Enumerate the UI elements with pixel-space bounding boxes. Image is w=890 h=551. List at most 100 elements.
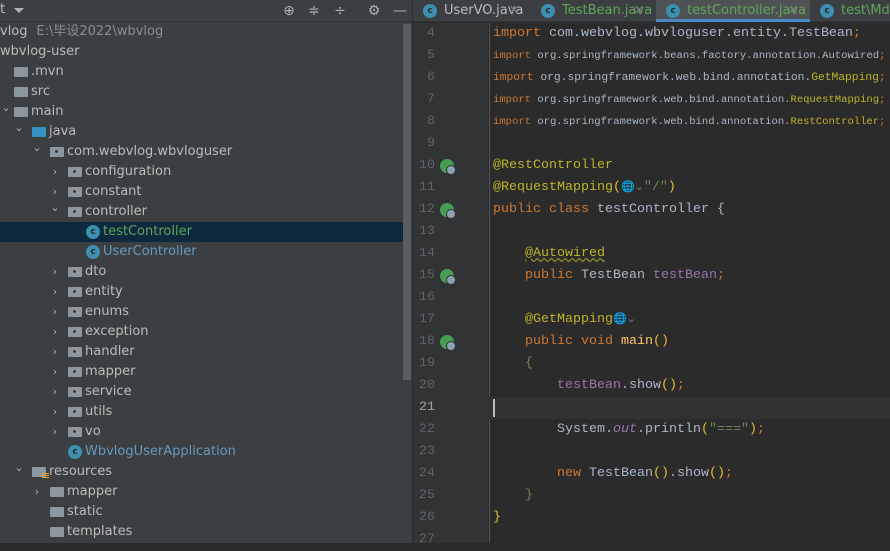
- tree-item[interactable]: › dto: [0, 262, 403, 282]
- code-token: .println: [636, 422, 701, 437]
- tree-item[interactable]: c WbvlogUserApplication: [0, 442, 403, 462]
- tree-item[interactable]: templates: [0, 522, 403, 542]
- tree-item-label: utils: [85, 404, 113, 419]
- tree-item[interactable]: › mapper: [0, 362, 403, 382]
- tab-testcontroller-java[interactable]: c testController.java ✕: [656, 0, 810, 22]
- chevron-right-icon[interactable]: ›: [49, 382, 61, 402]
- spring-autowire-icon[interactable]: [440, 269, 456, 285]
- chevron-right-icon[interactable]: ›: [49, 422, 61, 442]
- chevron-down-icon[interactable]: ⌄: [13, 122, 25, 134]
- chevron-right-icon[interactable]: ›: [49, 162, 61, 182]
- tree-item[interactable]: › exception: [0, 322, 403, 342]
- minimize-icon[interactable]: —: [391, 2, 409, 20]
- chevron-down-icon[interactable]: ⌄: [49, 202, 61, 214]
- tree-item[interactable]: ⌄ java: [0, 122, 403, 142]
- tree-item[interactable]: c UserController: [0, 242, 403, 262]
- editor-tabs: c UserVO.java ✕ c TestBean.java ✕ c testControl…: [413, 0, 890, 22]
- collapse-all-icon[interactable]: ÷: [331, 2, 349, 20]
- tree-item[interactable]: › service: [0, 382, 403, 402]
- code-token: System.: [493, 422, 613, 437]
- project-view-selector[interactable]: t: [0, 2, 5, 17]
- tree-item[interactable]: › vo: [0, 422, 403, 442]
- tab-label: test\Md5: [841, 3, 890, 18]
- chevron-right-icon[interactable]: ›: [49, 182, 61, 202]
- tree-item[interactable]: .mvn: [0, 62, 403, 82]
- chevron-right-icon[interactable]: ›: [49, 342, 61, 362]
- line-number: 22: [419, 422, 435, 437]
- tree-item[interactable]: › handler: [0, 342, 403, 362]
- tree-item[interactable]: › mapper: [0, 482, 403, 502]
- line-number: 16: [419, 290, 435, 305]
- tree-item-label: mapper: [67, 484, 118, 499]
- locate-icon[interactable]: ⊕: [280, 2, 298, 20]
- tree-item-label: vo: [85, 424, 101, 439]
- spring-web-icon[interactable]: [440, 203, 456, 219]
- line-number: 7: [427, 92, 435, 107]
- close-icon[interactable]: ✕: [788, 0, 798, 21]
- inlay-hint-icon[interactable]: 🌐⌄: [621, 182, 644, 194]
- tree-item-label: entity: [85, 284, 123, 299]
- chevron-down-icon[interactable]: ⌄: [0, 102, 12, 114]
- chevron-down-icon[interactable]: ⌄: [13, 462, 25, 474]
- tree-item[interactable]: › entity: [0, 282, 403, 302]
- tree-item-label: configuration: [85, 164, 172, 179]
- line-number: 11: [419, 180, 435, 195]
- code-line: @RestController: [493, 155, 613, 177]
- tree-scrollbar[interactable]: [403, 24, 411, 380]
- tree-item[interactable]: › utils: [0, 402, 403, 422]
- tree-item[interactable]: c testController: [0, 222, 403, 242]
- code-token: ;: [756, 422, 765, 437]
- chevron-right-icon[interactable]: ›: [49, 362, 61, 382]
- tab-uservo-java[interactable]: c UserVO.java ✕: [413, 0, 531, 22]
- tree-item[interactable]: vlog E:\毕设2022\wbvlog: [0, 22, 403, 42]
- tree-item[interactable]: ⌄ controller: [0, 202, 403, 222]
- package-icon: [68, 307, 82, 317]
- tree-item[interactable]: › configuration: [0, 162, 403, 182]
- code-token: (): [661, 378, 677, 393]
- tree-item[interactable]: ⌄ main: [0, 102, 403, 122]
- text-caret: [493, 399, 495, 417]
- gear-icon[interactable]: ⚙: [365, 2, 383, 20]
- tree-item[interactable]: ⌄ resources: [0, 462, 403, 482]
- chevron-right-icon[interactable]: ›: [31, 482, 43, 502]
- code-token: "/": [643, 180, 668, 195]
- chevron-down-icon[interactable]: ⌄: [31, 142, 43, 154]
- close-icon[interactable]: ✕: [634, 0, 644, 21]
- chevron-right-icon[interactable]: ›: [49, 302, 61, 322]
- expand-all-icon[interactable]: ≑: [305, 2, 323, 20]
- tree-item[interactable]: src: [0, 82, 403, 102]
- tab-test-md5[interactable]: c test\Md5: [810, 0, 890, 22]
- line-number: 23: [419, 444, 435, 459]
- code-token: ;: [879, 50, 886, 62]
- spring-web-icon[interactable]: [440, 335, 456, 351]
- code-token: public class: [493, 202, 597, 217]
- tree-item[interactable]: wbvlog-user: [0, 42, 403, 62]
- tree-item-label: .mvn: [31, 64, 64, 79]
- tree-item-label: main: [31, 104, 64, 119]
- code-line: @GetMapping🌐⌄: [493, 309, 636, 331]
- dropdown-arrow-icon[interactable]: [14, 8, 24, 13]
- tree-item[interactable]: ⌄ com.webvlog.wbvloguser: [0, 142, 403, 162]
- chevron-right-icon[interactable]: ›: [49, 402, 61, 422]
- code-token: ;: [852, 26, 861, 41]
- close-icon[interactable]: ✕: [509, 0, 519, 21]
- inlay-hint-icon[interactable]: 🌐⌄: [613, 314, 636, 326]
- spring-bean-icon[interactable]: [440, 159, 456, 175]
- chevron-right-icon[interactable]: ›: [49, 282, 61, 302]
- tree-item[interactable]: static: [0, 502, 403, 522]
- code-editor[interactable]: 4 5 6 7 8 9 10 11 12 13 14 15 16 17 18 19 20 21 22 23 24 25 26…: [413, 23, 890, 547]
- code-token: new: [557, 466, 589, 481]
- code-line: }: [493, 485, 533, 507]
- tree-item-label: wbvlog-user: [0, 44, 80, 59]
- chevron-right-icon[interactable]: ›: [49, 262, 61, 282]
- code-token: }: [525, 488, 533, 503]
- code-token: (): [709, 466, 725, 481]
- chevron-right-icon[interactable]: ›: [49, 322, 61, 342]
- tab-testbean-java[interactable]: c TestBean.java ✕: [531, 0, 656, 22]
- package-icon: [68, 407, 82, 417]
- tree-item[interactable]: › constant: [0, 182, 403, 202]
- tree-item[interactable]: › enums: [0, 302, 403, 322]
- class-icon: c: [541, 4, 555, 18]
